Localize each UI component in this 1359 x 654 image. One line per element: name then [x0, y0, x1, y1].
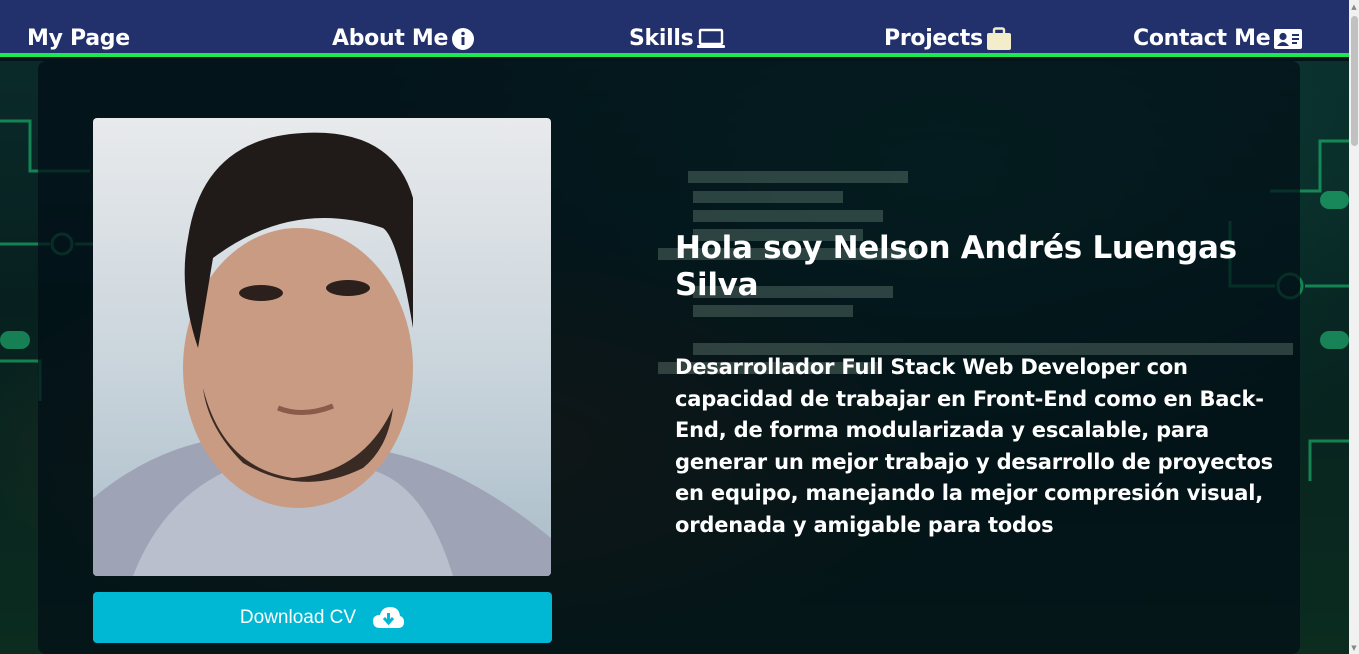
brand-label: My Page: [27, 26, 130, 51]
download-cv-label: Download CV: [239, 606, 357, 628]
scrollbar-thumb[interactable]: [1351, 16, 1358, 146]
nav-skills[interactable]: Skills: [629, 26, 726, 51]
navbar: My Page About Me Skills Projects Contact…: [0, 0, 1349, 57]
nav-contact-me[interactable]: Contact Me: [1133, 26, 1303, 51]
laptop-icon: [696, 28, 726, 50]
contact-card-icon: [1273, 28, 1303, 50]
info-icon: [451, 27, 475, 51]
scroll-up-arrow-icon[interactable]: ▲: [1350, 2, 1358, 12]
nav-skills-label: Skills: [629, 26, 694, 51]
cloud-download-icon: [372, 606, 405, 630]
nav-about-me[interactable]: About Me: [332, 26, 475, 51]
hero-description: Desarrollador Full Stack Web Developer c…: [675, 355, 1273, 537]
brand-link[interactable]: My Page: [27, 26, 130, 51]
nav-projects-label: Projects: [884, 26, 983, 51]
briefcase-icon: [986, 26, 1012, 51]
nav-about-me-label: About Me: [332, 26, 449, 51]
nav-contact-me-label: Contact Me: [1133, 26, 1271, 51]
intro-section: Hola soy Nelson Andrés Luengas Silva Des…: [675, 230, 1295, 541]
profile-photo: [93, 118, 551, 576]
scroll-down-arrow-icon[interactable]: ▼: [1350, 643, 1358, 653]
download-cv-button[interactable]: Download CV: [93, 592, 552, 643]
nav-projects[interactable]: Projects: [884, 26, 1012, 51]
hero-title: Hola soy Nelson Andrés Luengas Silva: [675, 230, 1237, 303]
